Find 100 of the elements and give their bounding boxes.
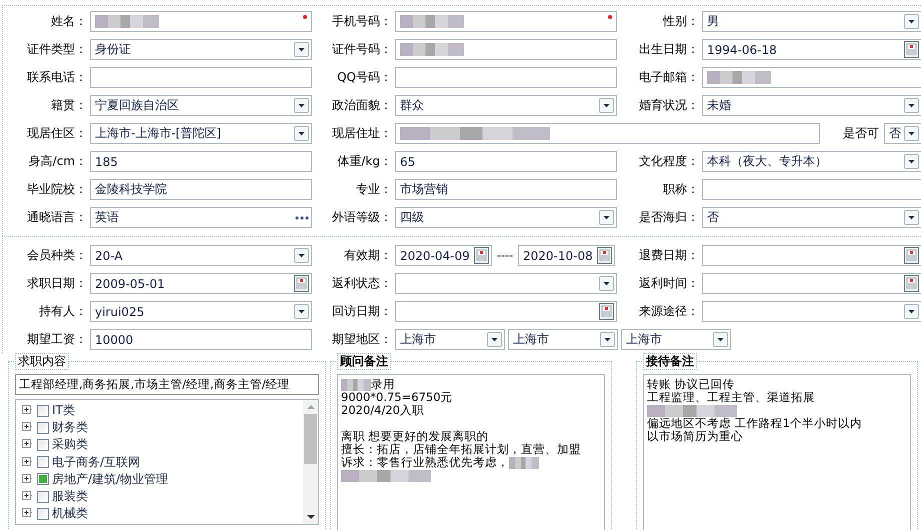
date-field[interactable] bbox=[395, 301, 617, 322]
dropdown[interactable]: 未婚 bbox=[702, 95, 921, 116]
calendar-icon[interactable] bbox=[904, 41, 919, 58]
checkbox[interactable] bbox=[37, 508, 49, 520]
note-text: 离职 想要更好的发展离职的 bbox=[341, 430, 489, 443]
tree-item[interactable]: 机械类 bbox=[52, 505, 88, 522]
date-field[interactable] bbox=[702, 273, 921, 294]
field-label: 现居住址： bbox=[331, 125, 392, 142]
calendar-icon[interactable] bbox=[597, 247, 612, 264]
expand-icon[interactable] bbox=[22, 474, 33, 485]
field-label: 有效期： bbox=[343, 247, 392, 264]
text-field[interactable] bbox=[90, 11, 312, 32]
field-label: 会员种类： bbox=[26, 247, 87, 264]
field-label: 职称： bbox=[662, 181, 699, 198]
selection-field[interactable]: 工程部经理,商务拓展,市场主管/经理,商务主管/经理 bbox=[15, 374, 319, 395]
text-field[interactable] bbox=[395, 11, 617, 32]
tree-item[interactable]: 房地产/建筑/物业管理 bbox=[52, 470, 168, 488]
checkbox[interactable] bbox=[37, 456, 49, 468]
dropdown[interactable]: 上海市 bbox=[508, 329, 618, 350]
field-label: 电子邮箱： bbox=[638, 69, 699, 86]
note-text: 2020/4/20入职 bbox=[341, 404, 424, 417]
checkbox[interactable] bbox=[37, 490, 49, 503]
text-field[interactable]: 10000 bbox=[90, 329, 312, 350]
expand-icon[interactable] bbox=[22, 491, 33, 502]
date-field[interactable] bbox=[702, 245, 921, 266]
dropdown[interactable]: 否 bbox=[884, 123, 921, 144]
field-label: 来源途径： bbox=[638, 303, 699, 320]
expand-icon[interactable] bbox=[22, 439, 33, 450]
date-field[interactable]: 2020-04-09 bbox=[395, 245, 492, 266]
checkbox[interactable] bbox=[37, 473, 49, 486]
text-field[interactable] bbox=[702, 67, 921, 88]
dropdown[interactable]: 身份证 bbox=[90, 39, 312, 60]
dropdown[interactable]: 四级 bbox=[395, 207, 617, 228]
dropdown[interactable]: yirui025 bbox=[90, 301, 312, 322]
checkbox[interactable] bbox=[37, 438, 49, 451]
calendar-icon[interactable] bbox=[904, 275, 919, 292]
note-text: 诉求：零售行业熟悉优先考虑， bbox=[341, 456, 509, 469]
field-label: 身高/cm： bbox=[28, 153, 87, 170]
field-label: 籍贯： bbox=[50, 97, 87, 114]
field-label: 回访日期： bbox=[331, 303, 392, 320]
field-label: 期望地区： bbox=[331, 331, 392, 348]
field-label: 联系电话： bbox=[26, 69, 87, 86]
calendar-icon[interactable] bbox=[904, 247, 919, 264]
picker-field[interactable]: 英语 bbox=[90, 207, 312, 228]
field-label: 现居住区： bbox=[26, 125, 87, 142]
note-text: 擅长：拓店，店铺全年拓展计划，直营、加盟 bbox=[341, 443, 581, 456]
range-separator: ---- bbox=[496, 249, 514, 262]
field-label: 出生日期： bbox=[638, 41, 699, 58]
text-field[interactable] bbox=[395, 123, 820, 144]
field-label: 持有人： bbox=[38, 303, 87, 320]
field-label: 证件类型： bbox=[26, 41, 87, 58]
tree-item[interactable]: 服装类 bbox=[52, 488, 88, 506]
calendar-icon[interactable] bbox=[474, 247, 489, 264]
expand-icon[interactable] bbox=[22, 508, 33, 520]
tree-item[interactable]: 采购类 bbox=[52, 436, 88, 454]
field-label: 返利时间： bbox=[638, 275, 699, 292]
tree-item[interactable]: 电子商务/互联网 bbox=[52, 454, 140, 471]
field-label: 返利状态： bbox=[331, 275, 392, 292]
text-field[interactable] bbox=[90, 67, 312, 88]
text-field[interactable]: 65 bbox=[395, 151, 617, 172]
panel-title: 顾问备注 bbox=[337, 353, 391, 370]
dropdown[interactable]: 上海市 bbox=[621, 329, 731, 350]
dropdown[interactable]: 20-A bbox=[90, 245, 312, 266]
expand-icon[interactable] bbox=[22, 456, 33, 468]
tree-item[interactable]: IT类 bbox=[52, 402, 75, 420]
more-icon[interactable] bbox=[295, 214, 309, 220]
text-field[interactable]: 金陵科技学院 bbox=[90, 179, 312, 200]
checkbox[interactable] bbox=[37, 404, 49, 417]
field-label: 求职日期： bbox=[26, 275, 87, 292]
scrollbar[interactable] bbox=[303, 400, 318, 524]
expand-icon[interactable] bbox=[22, 405, 33, 416]
field-label: 是否可 bbox=[843, 125, 879, 142]
text-field[interactable] bbox=[702, 179, 921, 200]
dropdown[interactable]: 否 bbox=[702, 207, 921, 228]
dropdown[interactable]: 男 bbox=[702, 11, 921, 32]
calendar-icon[interactable] bbox=[294, 275, 309, 292]
dropdown[interactable]: 上海市-上海市-[普陀区] bbox=[90, 123, 312, 144]
dropdown[interactable]: 群众 bbox=[395, 95, 617, 116]
date-field[interactable]: 2020-10-08 bbox=[518, 245, 615, 266]
note-text: 以市场简历为重心 bbox=[647, 430, 743, 443]
tree-item[interactable]: 财务类 bbox=[52, 419, 88, 436]
date-field[interactable]: 2009-05-01 bbox=[90, 273, 312, 294]
panel-title: 接待备注 bbox=[643, 353, 697, 370]
note-text: 9000*0.75=6750元 bbox=[341, 391, 453, 404]
notes-textarea[interactable]: 录用 9000*0.75=6750元 2020/4/20入职 离职 想要更好的发展离职的 擅长：拓店，店铺全年拓展计划，直营、加盟 诉求：零售行业熟悉优先考虑， bbox=[337, 374, 605, 530]
dropdown[interactable]: 本科（夜大、专升本） bbox=[702, 151, 921, 172]
dropdown[interactable]: 上海市 bbox=[395, 329, 505, 350]
field-label: 文化程度： bbox=[638, 153, 699, 170]
field-label: 证件号码： bbox=[331, 41, 392, 58]
field-label: 手机号码： bbox=[331, 13, 392, 30]
text-field[interactable] bbox=[395, 67, 617, 88]
text-field[interactable] bbox=[395, 39, 617, 60]
date-field[interactable]: 1994-06-18 bbox=[702, 39, 921, 60]
notes-textarea[interactable]: 转账 协议已回传 工程监理、工程主管、渠道拓展 偏远地区不考虑 工作路程1个半小时以内 以市场简历为重心 bbox=[643, 374, 911, 530]
text-field[interactable]: 185 bbox=[90, 151, 312, 172]
calendar-icon[interactable] bbox=[599, 303, 614, 320]
checkbox[interactable] bbox=[37, 422, 49, 434]
text-field[interactable]: 市场营销 bbox=[395, 179, 617, 200]
expand-icon[interactable] bbox=[22, 422, 33, 434]
dropdown[interactable]: 宁夏回族自治区 bbox=[90, 95, 312, 116]
